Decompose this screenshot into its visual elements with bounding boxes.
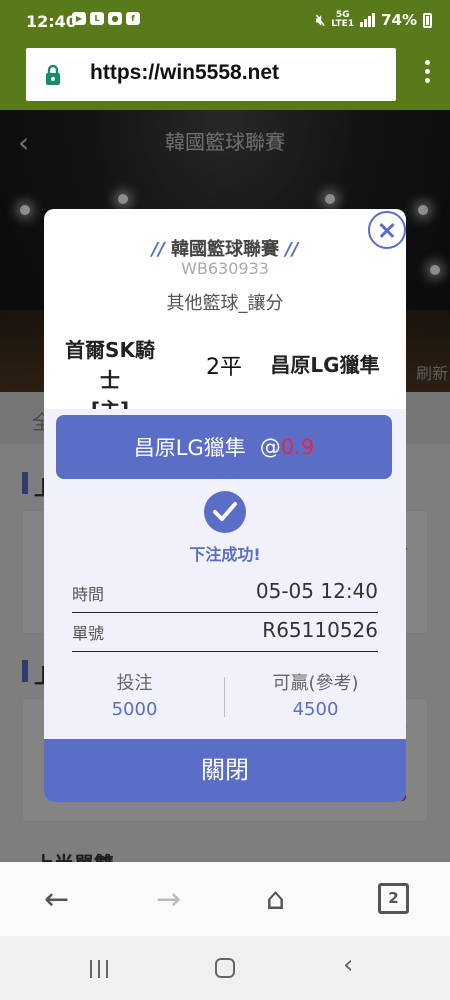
- win-label: 可贏(參考): [272, 673, 359, 694]
- close-icon[interactable]: [368, 211, 406, 249]
- ticket-label: 單號: [72, 624, 105, 643]
- facebook-icon: f: [126, 12, 140, 25]
- browser-bottom-bar: ← → ⌂ 2: [0, 862, 450, 936]
- status-bar: 12:40 ▶ L ● f 🔇︎ 5G LTE1 74%: [0, 0, 450, 40]
- ticket-row: 單號 R65110526: [72, 612, 378, 652]
- modal-league: // 韓國籃球聯賽 //: [151, 239, 299, 260]
- selection-odds: @0.9: [259, 435, 315, 459]
- close-button[interactable]: 關閉: [44, 739, 406, 802]
- success-message: 下注成功!: [189, 545, 261, 564]
- time-value: 05-05 12:40: [255, 579, 378, 603]
- win-value: 4500: [292, 699, 339, 720]
- bet-confirmation-modal: // 韓國籃球聯賽 // WB630933 其他籃球_讓分 首爾SK騎士[主] …: [44, 209, 406, 802]
- browser-toolbar: https://win5558.net: [0, 40, 450, 110]
- event-code: WB630933: [181, 259, 269, 278]
- youtube-icon: ▶: [72, 12, 86, 25]
- chat-icon: ●: [108, 12, 122, 25]
- stake-label: 投注: [116, 673, 153, 694]
- time-label: 時間: [72, 585, 105, 604]
- signal-icon: [360, 13, 376, 27]
- home-button-icon[interactable]: [215, 958, 235, 978]
- bet-details: 昌原LG獵隼 @0.9 下注成功! 時間 05-05 12:40 單號 R651…: [44, 409, 406, 739]
- check-icon: [204, 491, 246, 533]
- lock-icon[interactable]: [45, 65, 61, 85]
- time-row: 時間 05-05 12:40: [72, 573, 378, 613]
- selection-banner: 昌原LG獵隼 @0.9: [56, 415, 392, 479]
- battery-icon: [423, 12, 432, 28]
- win-block: 可贏(參考) 4500: [225, 669, 406, 720]
- line-icon: L: [90, 12, 104, 25]
- browser-menu-icon[interactable]: [422, 60, 432, 90]
- ticket-value: R65110526: [262, 618, 378, 642]
- stake-value: 5000: [111, 699, 158, 720]
- mute-icon: 🔇︎: [315, 11, 326, 29]
- handicap-line: 2平: [206, 355, 242, 380]
- away-team: 昌原LG獵隼: [270, 353, 380, 377]
- league-name: 韓國籃球聯賽: [171, 239, 279, 260]
- home-icon[interactable]: ⌂: [266, 882, 285, 917]
- notification-icons: ▶ L ● f: [72, 12, 140, 25]
- system-back-icon[interactable]: ‹: [343, 950, 353, 980]
- selection-team: 昌原LG獵隼: [133, 436, 246, 460]
- stake-block: 投注 5000: [44, 669, 225, 720]
- forward-arrow-icon[interactable]: →: [156, 882, 181, 917]
- url-text[interactable]: https://win5558.net: [90, 61, 279, 85]
- status-time: 12:40: [26, 12, 77, 31]
- address-bar[interactable]: https://win5558.net: [26, 48, 396, 101]
- battery-percent: 74%: [381, 11, 417, 29]
- recent-apps-icon[interactable]: [90, 960, 108, 978]
- tabs-button[interactable]: 2: [378, 883, 409, 914]
- network-label: 5G LTE1: [331, 10, 355, 29]
- system-nav-bar: ‹: [0, 936, 450, 1000]
- back-arrow-icon[interactable]: ←: [44, 882, 69, 917]
- status-right: 🔇︎ 5G LTE1 74%: [316, 11, 432, 29]
- bet-type: 其他籃球_讓分: [166, 293, 284, 314]
